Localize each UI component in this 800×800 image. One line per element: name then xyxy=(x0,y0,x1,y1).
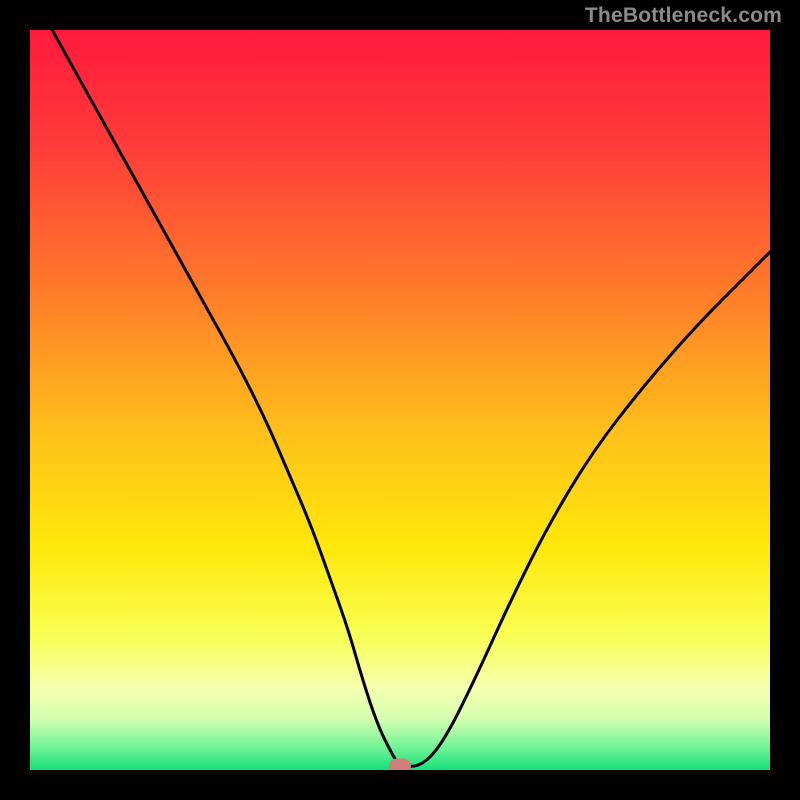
chart-frame: TheBottleneck.com xyxy=(0,0,800,800)
attribution-text: TheBottleneck.com xyxy=(585,4,782,28)
optimal-point-marker xyxy=(389,759,411,770)
bottleneck-curve xyxy=(30,30,770,770)
plot-area xyxy=(30,30,770,770)
